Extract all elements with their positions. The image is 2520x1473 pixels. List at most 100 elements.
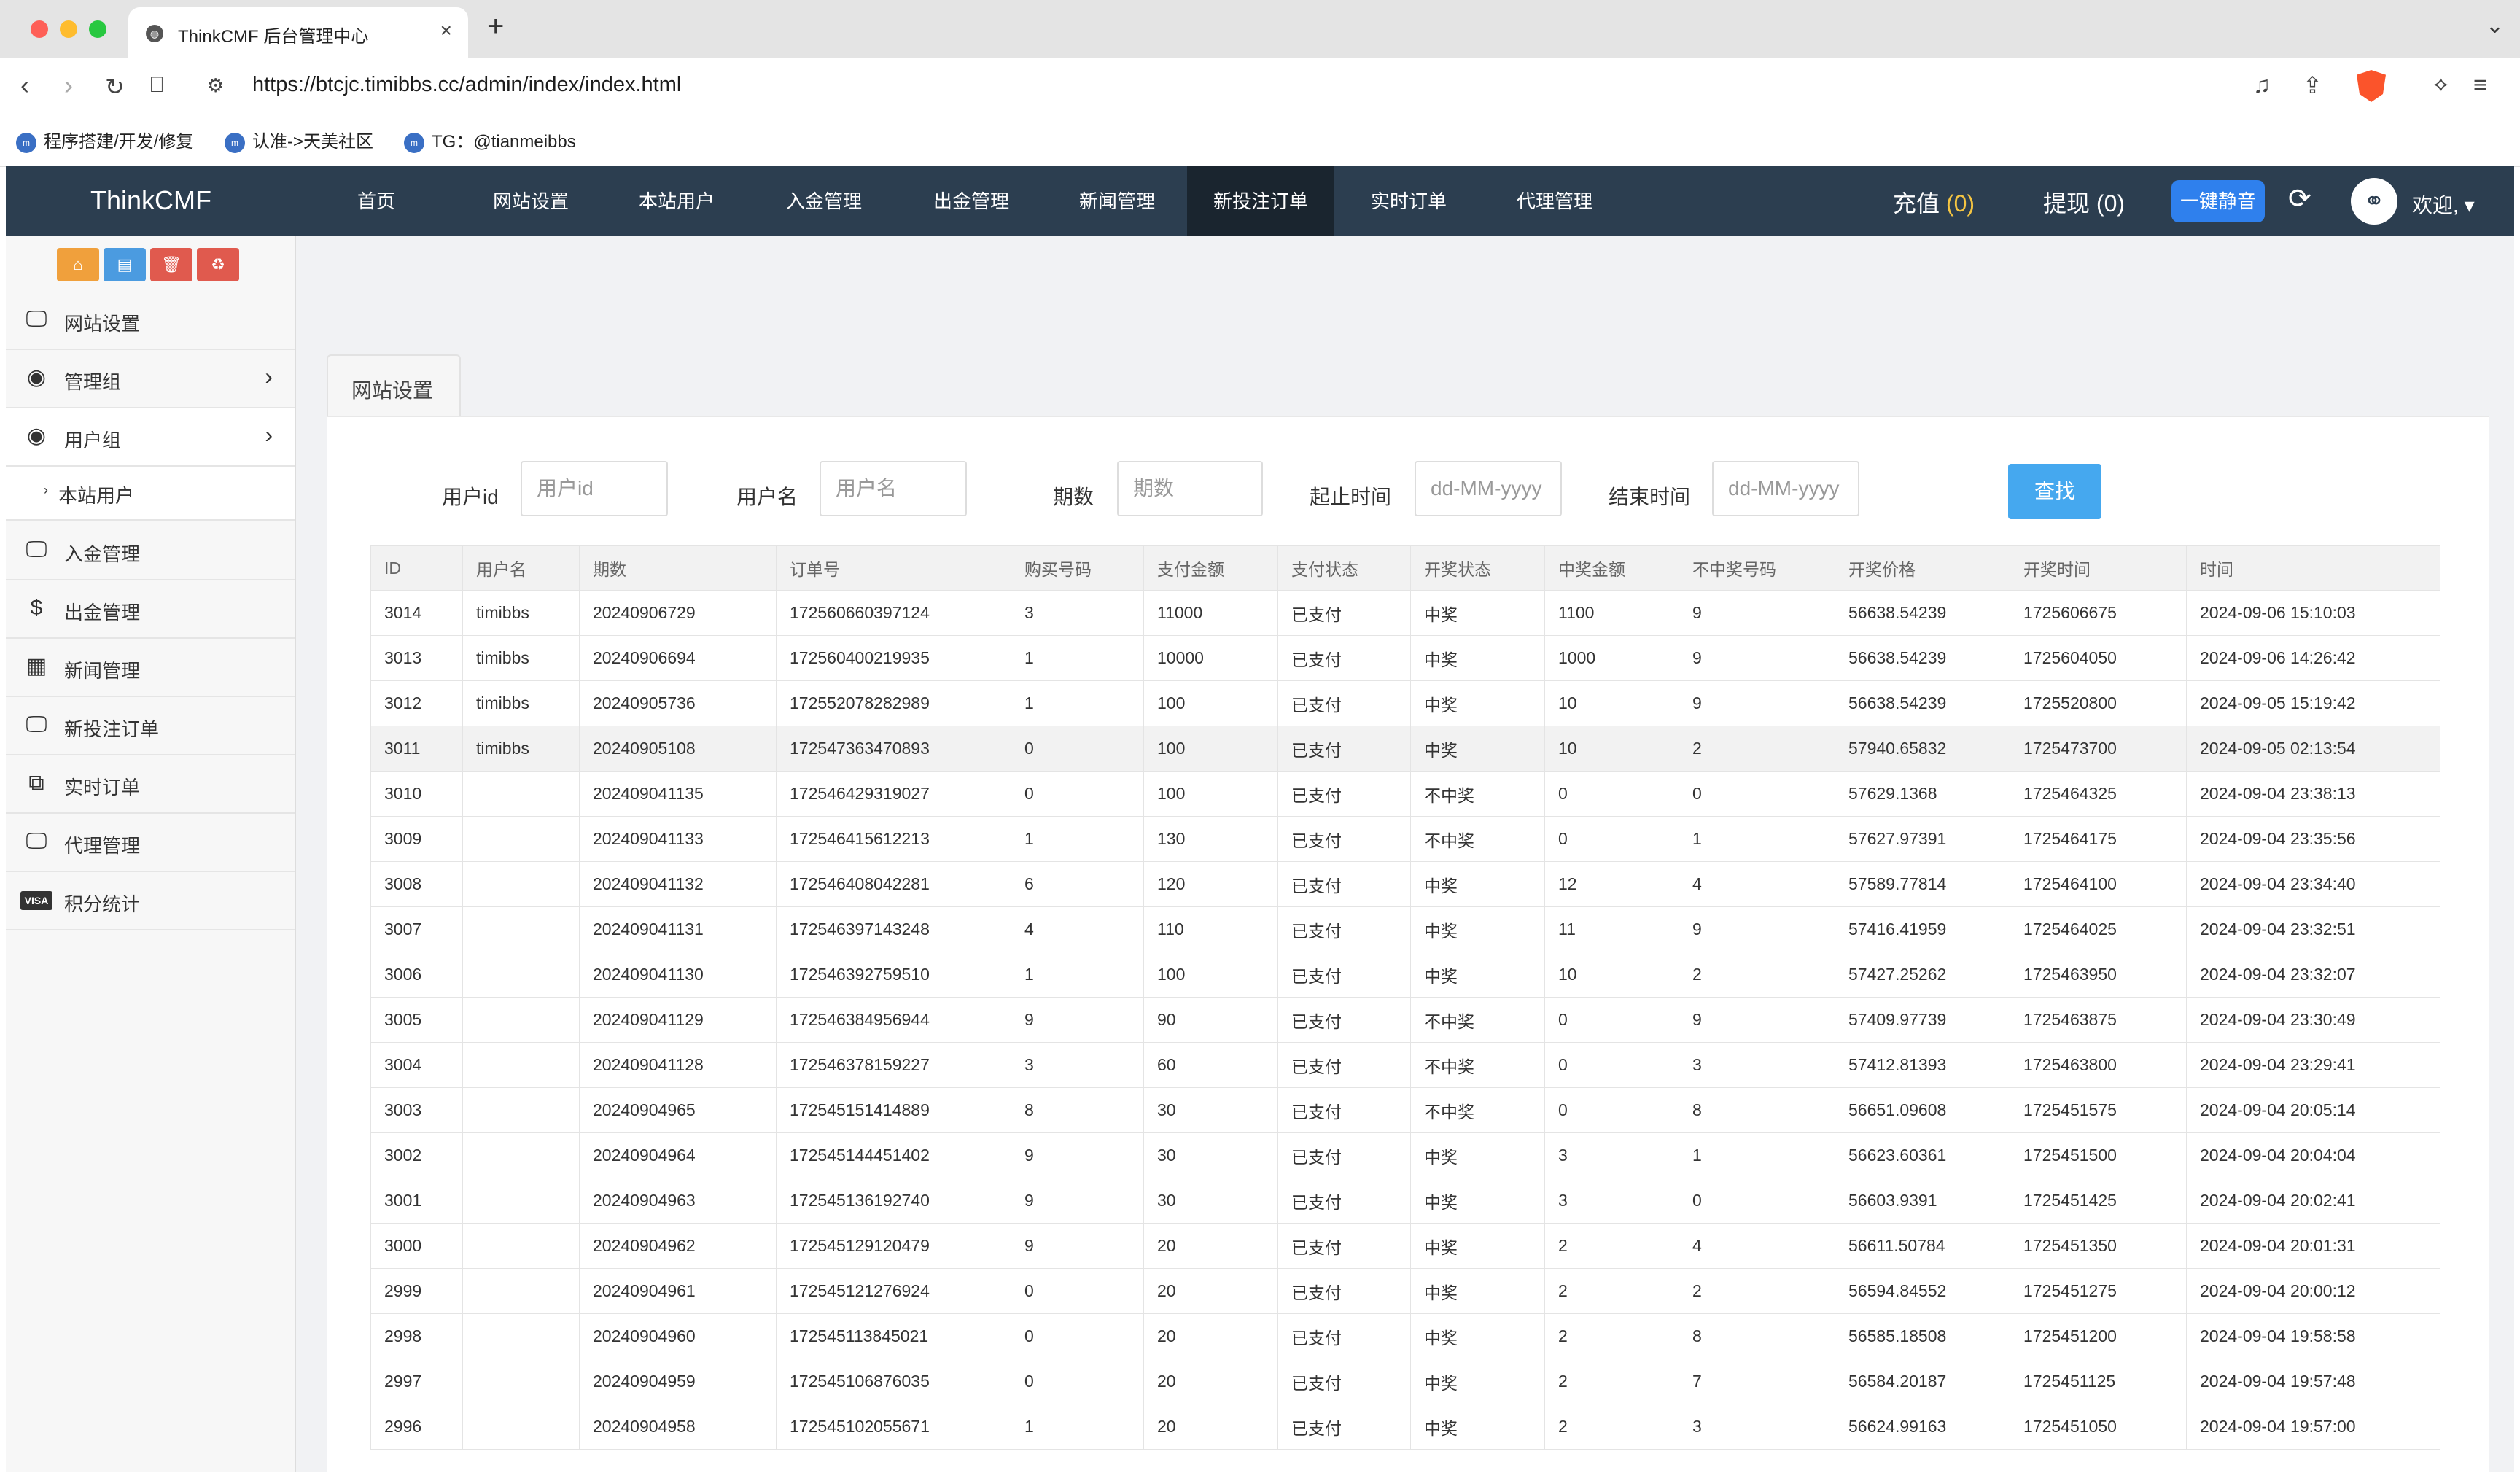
forward-icon[interactable]: › <box>64 70 73 101</box>
nav-new-bet-orders[interactable]: 新投注订单 <box>1187 166 1334 236</box>
bookmark-item[interactable]: m TG：@tianmeibbs <box>404 127 576 153</box>
table-cell: 1 <box>1011 1404 1144 1450</box>
table-row[interactable]: 2999 20240904961 172545121276924 0 20 已支付 中奖 2 2… <box>370 1268 2440 1314</box>
table-row[interactable]: 3001 20240904963 172545136192740 9 30 已支付 中奖 3 0… <box>370 1178 2440 1224</box>
table-cell: 0 <box>1544 816 1679 862</box>
back-icon[interactable]: ‹ <box>20 70 29 101</box>
sidebar-item-deposit[interactable]: 🖵 入金管理 <box>6 522 295 580</box>
sidebar-item-live-orders[interactable]: ⧉ 实时订单 <box>6 755 295 814</box>
browser-tab[interactable]: ◍ ThinkCMF 后台管理中心 × <box>128 7 468 58</box>
table-row[interactable]: 2996 20240904958 172545102055671 1 20 已支付 中奖 2 3… <box>370 1404 2440 1450</box>
table-cell <box>462 952 580 998</box>
welcome-dropdown[interactable]: 欢迎, ▾ <box>2412 190 2475 219</box>
home-icon[interactable]: ⌂ <box>57 248 99 281</box>
refresh-icon[interactable]: ⟳ <box>2288 182 2311 215</box>
nav-deposit[interactable]: 入金管理 <box>751 166 897 236</box>
table-row[interactable]: 2997 20240904959 172545106876035 0 20 已支付 中奖 2 7… <box>370 1359 2440 1404</box>
sidebar-item-admin-group[interactable]: ◉ 管理组 › <box>6 350 295 408</box>
sidebar-item-news[interactable]: ▦ 新闻管理 <box>6 639 295 697</box>
table-cell: 已支付 <box>1278 997 1411 1043</box>
bookmark-item[interactable]: m 程序搭建/开发/修复 <box>16 127 193 153</box>
nav-news[interactable]: 新闻管理 <box>1044 166 1190 236</box>
table-cell: 130 <box>1143 816 1278 862</box>
withdraw-counter[interactable]: 提现 (0) <box>2043 185 2125 219</box>
nav-live-orders[interactable]: 实时订单 <box>1336 166 1482 236</box>
table-row[interactable]: 3014 timibbs 20240906729 172560660397124 3 11… <box>370 590 2440 636</box>
close-window-button[interactable] <box>31 20 48 38</box>
nav-site-settings[interactable]: 网站设置 <box>458 166 604 236</box>
table-cell: 172552078282989 <box>776 680 1011 726</box>
caret-right-icon: › <box>44 483 48 497</box>
nav-site-users[interactable]: 本站用户 <box>604 166 750 236</box>
table-cell: 20240904959 <box>579 1359 777 1404</box>
file-icon[interactable]: ▤ <box>104 248 146 281</box>
sidebar-subitem-site-users[interactable]: › 本站用户 <box>6 467 295 521</box>
table-row[interactable]: 3007 202409041131 172546397143248 4 110 已支付 中奖… <box>370 906 2440 952</box>
table-row[interactable]: 3002 20240904964 172545144451402 9 30 已支付 中奖 3 1… <box>370 1132 2440 1178</box>
table-row[interactable]: 3009 202409041133 172546415612213 1 130 已支付 不中… <box>370 816 2440 862</box>
end-time-input[interactable] <box>1712 461 1859 516</box>
column-header: 开奖状态 <box>1410 545 1545 591</box>
menu-icon[interactable]: ≡ <box>2473 71 2487 98</box>
table-row[interactable]: 3012 timibbs 20240905736 172552078282989 1 10… <box>370 680 2440 726</box>
search-button[interactable]: 查找 <box>2008 464 2101 519</box>
minimize-window-button[interactable] <box>60 20 77 38</box>
nav-withdraw[interactable]: 出金管理 <box>898 166 1044 236</box>
nav-agents[interactable]: 代理管理 <box>1482 166 1628 236</box>
brave-shield-icon[interactable] <box>2357 70 2386 102</box>
bookmark-icon[interactable]: ⎕ <box>150 73 163 98</box>
trash-icon[interactable]: 🗑 <box>150 248 192 281</box>
sidebar-item-agents[interactable]: 🖵 代理管理 <box>6 814 295 872</box>
chevron-down-icon[interactable]: ⌄ <box>2486 13 2504 39</box>
table-row[interactable]: 3000 20240904962 172545129120479 9 20 已支付 中奖 2 4… <box>370 1223 2440 1269</box>
table-cell <box>462 1178 580 1224</box>
table-row[interactable]: 3006 202409041130 172546392759510 1 100 已支付 中奖… <box>370 952 2440 998</box>
brand-logo[interactable]: ThinkCMF <box>90 185 211 216</box>
zoom-window-button[interactable] <box>89 20 106 38</box>
reload-icon[interactable]: ↻ <box>105 73 125 101</box>
sidebar-item-withdraw[interactable]: $ 出金管理 <box>6 580 295 639</box>
recycle-icon[interactable]: ♻ <box>197 248 239 281</box>
sidebar-item-points-stats[interactable]: VISA 积分统计 <box>6 872 295 930</box>
site-settings-icon[interactable]: ⚙ <box>207 74 224 97</box>
username-input[interactable] <box>820 461 967 516</box>
close-tab-icon[interactable]: × <box>440 19 452 42</box>
bookmark-item[interactable]: m 认准->天美社区 <box>225 127 373 153</box>
avatar[interactable]: ⚭ <box>2351 178 2398 225</box>
sidebar-item-new-bet-orders[interactable]: 🖵 新投注订单 <box>6 697 295 755</box>
table-row[interactable]: 3013 timibbs 20240906694 172560400219935 1 10… <box>370 635 2440 681</box>
table-row[interactable]: 3008 202409041132 172546408042281 6 120 已支付 中奖… <box>370 861 2440 907</box>
address-bar[interactable]: https://btcjc.timibbs.cc/admin/index/ind… <box>252 73 681 97</box>
column-header: 时间 <box>2186 545 2440 591</box>
new-tab-icon[interactable]: + <box>487 10 504 43</box>
newspaper-icon: ▦ <box>26 654 47 678</box>
sparkle-icon[interactable]: ✧ <box>2431 71 2451 99</box>
table-cell: 57427.25262 <box>1835 952 2010 998</box>
panel-tab[interactable]: 网站设置 <box>327 354 461 417</box>
table-row[interactable]: 3004 202409041128 172546378159227 3 60 已支付 不中奖… <box>370 1042 2440 1088</box>
sidebar-item-user-group[interactable]: ◉ 用户组 › <box>6 408 295 467</box>
table-row[interactable]: 3005 202409041129 172546384956944 9 90 已支付 不中奖… <box>370 997 2440 1043</box>
table-cell <box>462 997 580 1043</box>
period-input[interactable] <box>1117 461 1263 516</box>
recharge-counter[interactable]: 充值 (0) <box>1893 185 1975 219</box>
table-row[interactable]: 2998 20240904960 172545113845021 0 20 已支付 中奖 2 8… <box>370 1313 2440 1359</box>
table-cell: 3004 <box>370 1042 463 1088</box>
table-cell: 已支付 <box>1278 1087 1411 1133</box>
table-cell: 20240904961 <box>579 1268 777 1314</box>
music-icon[interactable]: ♫ <box>2253 71 2271 98</box>
share-icon[interactable]: ⇪ <box>2303 71 2322 99</box>
table-row[interactable]: 3003 20240904965 172545151414889 8 30 已支付 不中奖 0… <box>370 1087 2440 1133</box>
user-id-input[interactable] <box>521 461 668 516</box>
mute-all-button[interactable]: 一键静音 <box>2171 180 2265 222</box>
sidebar-subitem-label: 本站用户 <box>58 485 135 507</box>
table-cell: 20240904965 <box>579 1087 777 1133</box>
table-row[interactable]: 3011 timibbs 20240905108 172547363470893 0 10… <box>370 726 2440 772</box>
table-cell: 56584.20187 <box>1835 1359 2010 1404</box>
sidebar-item-site-settings[interactable]: 🖵 网站设置 <box>6 292 295 350</box>
table-row[interactable]: 3010 202409041135 172546429319027 0 100 已支付 不中… <box>370 771 2440 817</box>
table-cell: 已支付 <box>1278 726 1411 772</box>
start-time-input[interactable] <box>1415 461 1562 516</box>
table-cell: 中奖 <box>1410 1404 1545 1450</box>
nav-home[interactable]: 首页 <box>325 166 427 236</box>
